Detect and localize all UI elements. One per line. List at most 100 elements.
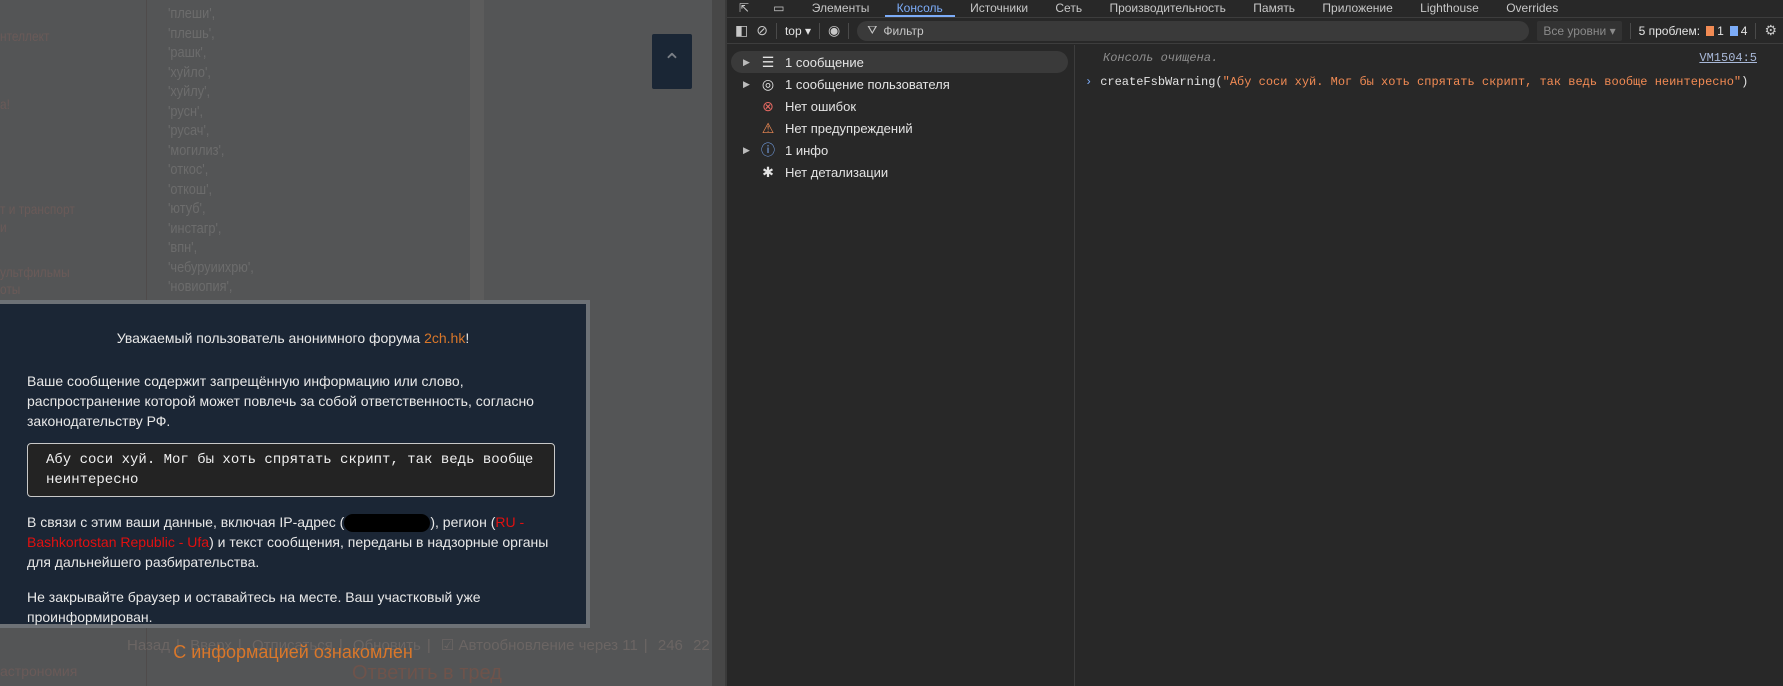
divider — [1755, 22, 1757, 39]
label: Нет предупреждений — [785, 120, 913, 136]
nav-item[interactable]: и — [0, 219, 7, 235]
tab-performance[interactable]: Производительность — [1097, 0, 1237, 17]
sidebar-item-warnings[interactable]: ⚠ Нет предупреждений — [731, 117, 1068, 139]
tab-sources[interactable]: Источники — [958, 0, 1040, 17]
nav-item[interactable]: оты — [0, 281, 20, 297]
code-line: 'новиопия', — [168, 278, 233, 295]
title-suffix: ! — [465, 330, 470, 346]
code-line: 'плеши', — [168, 5, 216, 22]
tab-application[interactable]: Приложение — [1310, 0, 1404, 17]
filter-placeholder: Фильтр — [883, 23, 924, 38]
sidebar-item-verbose[interactable]: ✱ Нет детализации — [731, 161, 1068, 183]
divider — [775, 22, 777, 39]
code-line: 'хуйлу', — [168, 83, 211, 100]
divider: | — [643, 637, 648, 654]
sidebar-item-messages[interactable]: ▶ ☰ 1 сообщение — [731, 51, 1068, 73]
device-icon[interactable]: ▭ — [761, 0, 796, 17]
tab-memory[interactable]: Память — [1241, 0, 1307, 17]
tab-console[interactable]: Консоль — [884, 0, 955, 17]
nav-item[interactable]: ультфильмы — [0, 264, 70, 280]
info-icon: ⓘ — [761, 142, 775, 158]
sidebar-item-info[interactable]: ▶ ⓘ 1 инфо — [731, 139, 1068, 161]
issues-button[interactable]: 5 проблем: 1 4 — [1639, 24, 1748, 38]
eye-icon[interactable]: ◉ — [828, 22, 840, 39]
gear-icon[interactable]: ⚙ — [1764, 22, 1777, 39]
sidebar-item-user-messages[interactable]: ▶ ◎ 1 сообщение пользователя — [731, 73, 1068, 95]
levels-select[interactable]: Все уровни ▾ — [1537, 20, 1622, 41]
code-line: 'чебуруиихрю', — [168, 258, 254, 276]
prompt-chevron-icon: › — [1085, 75, 1093, 89]
warning-icon: ⚠ — [761, 119, 775, 136]
stay-text: Не закрывайте браузер и оставайтесь на м… — [27, 589, 481, 626]
filter-input[interactable]: ⛛ Фильтр — [857, 20, 1530, 41]
code-line: 'рашк', — [168, 44, 207, 61]
label: Нет детализации — [785, 164, 889, 180]
warning-text: Ваше сообщение содержит запрещённую инфо… — [27, 373, 534, 429]
tab-elements[interactable]: Элементы — [800, 0, 882, 17]
post-code-list: 'плеши', 'плешь', 'рашк', 'хуйло', 'хуйл… — [168, 4, 254, 297]
bug-icon: ✱ — [762, 163, 774, 180]
nav-item[interactable]: астрономия — [0, 663, 77, 679]
code-line: 'русач', — [168, 122, 210, 139]
command-arg: "Абу соси хуй. Мог бы хоть спрятать скри… — [1222, 75, 1742, 89]
text: В связи с этим ваши данные, включая IP-а… — [27, 514, 345, 530]
code-line: 'хуйло', — [168, 63, 211, 81]
code-line: 'могилиз', — [168, 141, 225, 159]
context-select[interactable]: top ▾ — [785, 24, 811, 38]
code-line: 'инстагр', — [168, 219, 222, 237]
expand-icon[interactable]: ▶ — [743, 145, 755, 156]
error-icon: ⊗ — [762, 97, 774, 114]
divider — [1629, 22, 1631, 39]
label: 1 сообщение — [785, 54, 864, 70]
reply-button[interactable]: Ответить в тред — [352, 662, 502, 685]
code-line: 'плешь', — [168, 24, 215, 42]
text: ), регион ( — [430, 514, 496, 530]
console-sidebar: ▶ ☰ 1 сообщение ▶ ◎ 1 сообщение пользователя… — [727, 45, 1075, 686]
page-scrollbar[interactable] — [712, 0, 725, 686]
nav-item[interactable]: а! — [0, 96, 10, 112]
issues-info: 4 — [1740, 23, 1748, 38]
issues-errors: 1 — [1717, 23, 1724, 38]
devtools-panel: ⇱ ▭ Элементы Консоль Источники Сеть Произ… — [725, 0, 1783, 686]
console-output: Консоль очищена. VM1504:5 › createFsbWarn… — [1075, 45, 1783, 686]
console-cleared-message: Консоль очищена. — [1103, 51, 1219, 65]
command-fn: createFsbWarning( — [1100, 75, 1223, 89]
redacted-ip — [344, 514, 431, 533]
code-line: 'ютуб', — [168, 200, 206, 217]
clear-console-icon[interactable]: ⊘ — [756, 22, 768, 39]
expand-icon[interactable]: ▶ — [743, 79, 755, 90]
files-count: 22 — [693, 637, 710, 654]
console-command: › createFsbWarning("Абу соси хуй. Мог бы … — [1085, 75, 1748, 89]
filter-icon: ⛛ — [867, 23, 878, 37]
user-icon: ◎ — [761, 75, 775, 92]
web-page: нтеллект а! т и транспорт и ультфильмы о… — [0, 0, 725, 686]
code-line: 'впн', — [168, 239, 198, 256]
code-line: 'откош', — [168, 180, 213, 198]
devtools-tabs: ⇱ ▭ Элементы Консоль Источники Сеть Произ… — [727, 0, 1783, 18]
nav-item[interactable]: нтеллект — [0, 28, 49, 44]
tab-network[interactable]: Сеть — [1043, 0, 1094, 17]
chevron-up-icon: ⌃ — [662, 48, 682, 74]
sidebar-toggle-icon[interactable]: ◧ — [735, 22, 748, 39]
command-end: ) — [1741, 75, 1749, 89]
fsb-warning-modal: Уважаемый пользователь анонимного форума… — [0, 300, 590, 662]
message-box: Абу соси хуй. Мог бы хоть спрятать скрип… — [27, 443, 555, 497]
tab-overrides[interactable]: Overrides — [1494, 0, 1570, 17]
inspect-icon[interactable]: ⇱ — [727, 0, 761, 17]
sidebar-item-errors[interactable]: ⊗ Нет ошибок — [731, 95, 1068, 117]
acknowledge-button[interactable]: С информацией ознакомлен — [0, 642, 586, 662]
title-text: Уважаемый пользователь анонимного форума — [116, 330, 425, 346]
tab-lighthouse[interactable]: Lighthouse — [1408, 0, 1491, 17]
data-transfer-text: В связи с этим ваши данные, включая IP-а… — [27, 512, 559, 572]
expand-icon[interactable]: ▶ — [743, 57, 755, 68]
error-badge-icon — [1706, 26, 1715, 37]
info-badge-icon — [1729, 26, 1738, 37]
list-icon: ☰ — [761, 53, 775, 70]
divider — [819, 22, 821, 39]
site-name: 2ch.hk — [424, 330, 466, 346]
divider — [848, 22, 850, 39]
nav-item[interactable]: т и транспорт — [0, 201, 75, 217]
source-link[interactable]: VM1504:5 — [1699, 51, 1757, 65]
console-toolbar: ◧ ⊘ top ▾ ◉ ⛛ Фильтр Все уровни ▾ 5 пробл… — [727, 18, 1783, 44]
scroll-top-button[interactable]: ⌃ — [652, 34, 692, 89]
